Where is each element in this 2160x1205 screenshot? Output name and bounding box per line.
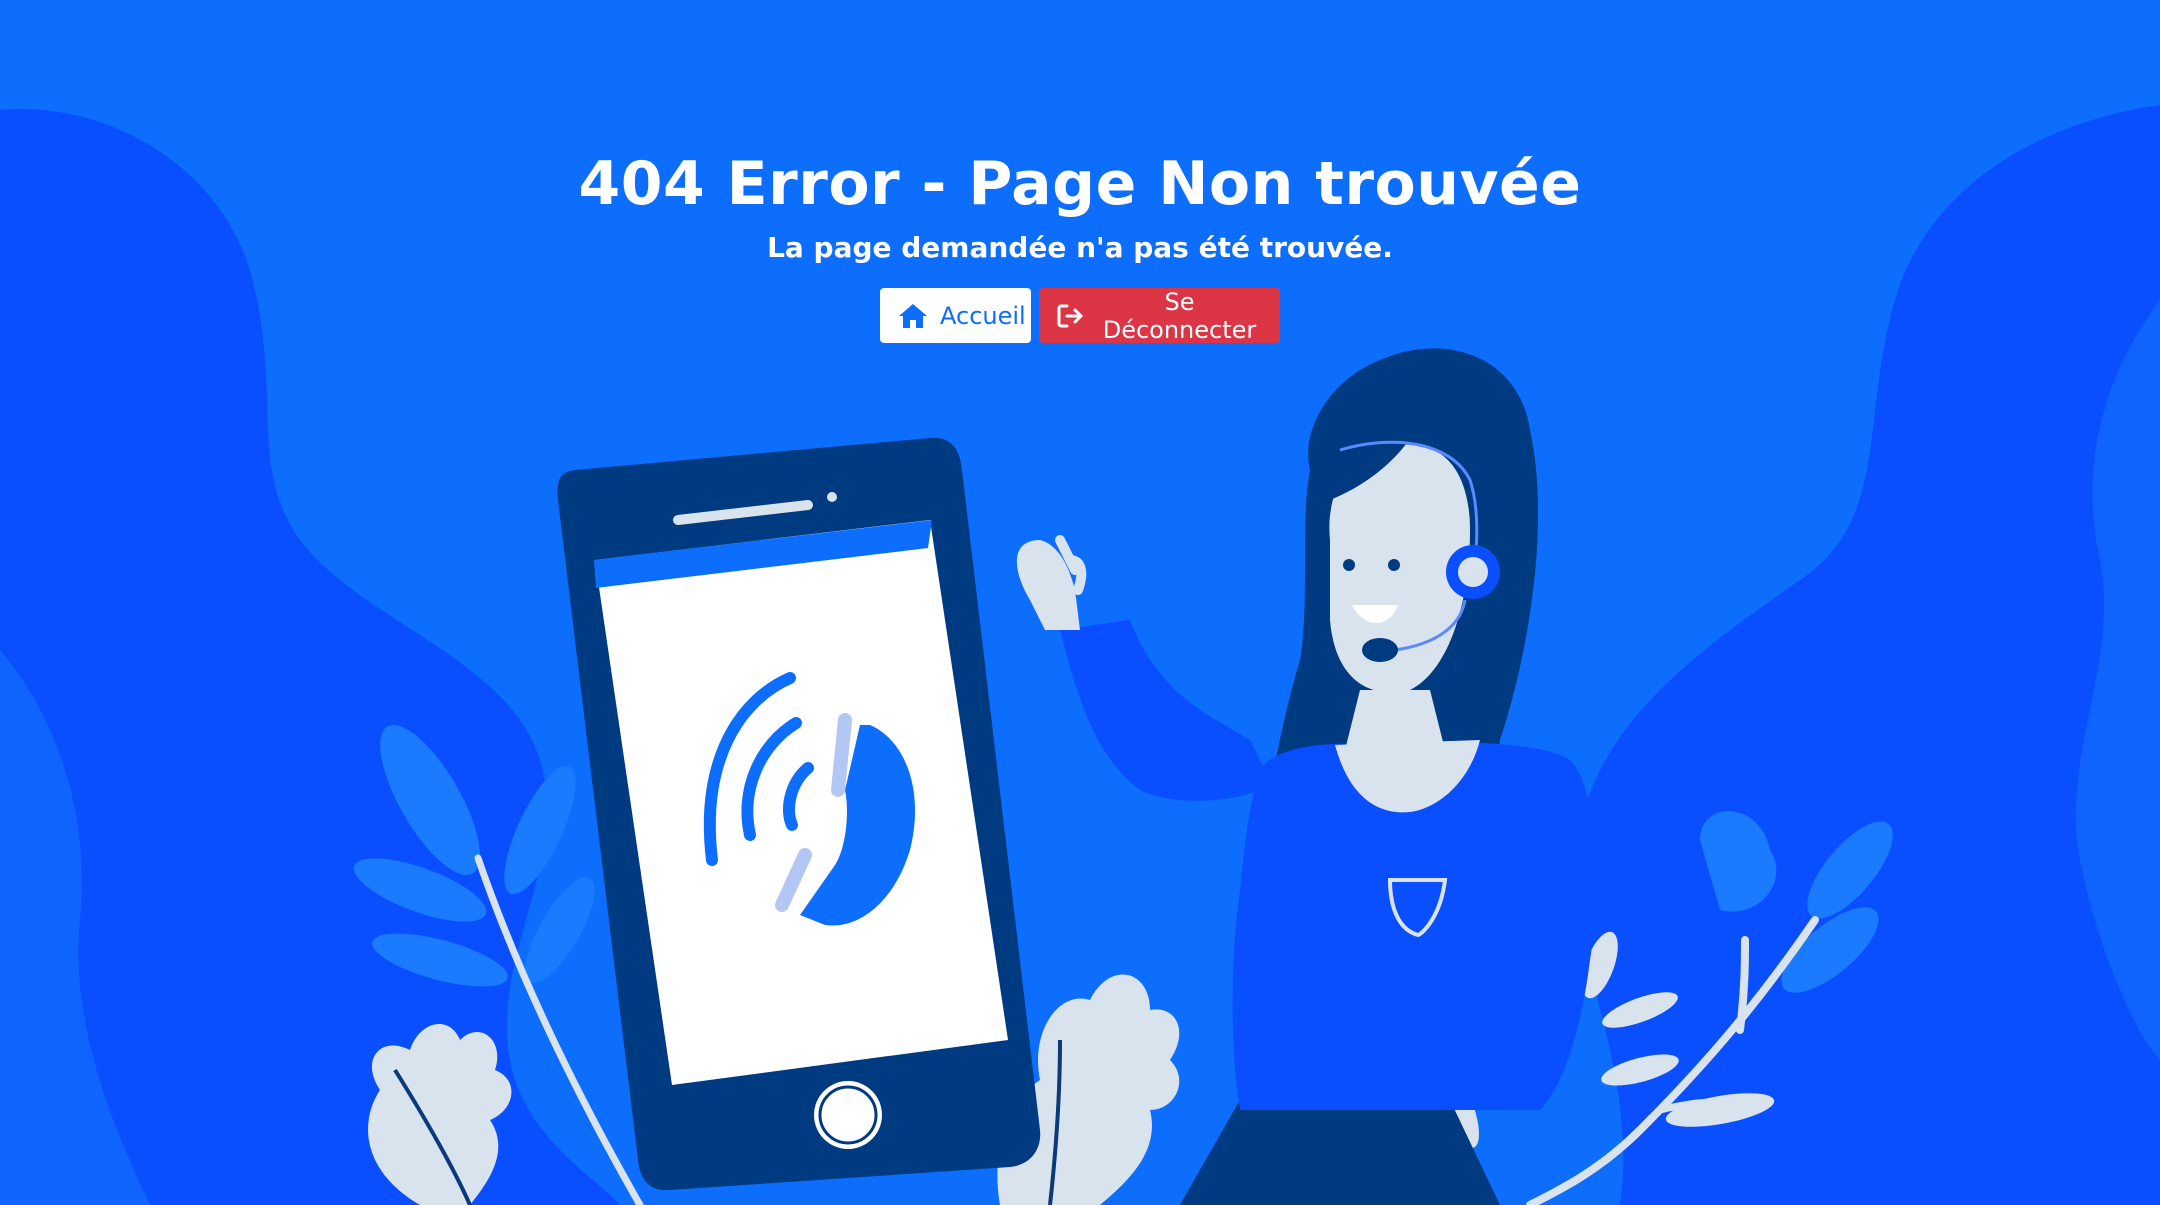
home-button[interactable]: Accueil bbox=[880, 288, 1031, 343]
action-buttons: Accueil Se Déconnecter bbox=[0, 287, 2160, 344]
page-subtitle: La page demandée n'a pas été trouvée. bbox=[767, 231, 1393, 264]
logout-button[interactable]: Se Déconnecter bbox=[1039, 287, 1280, 344]
phone-illustration bbox=[557, 437, 1041, 1191]
home-button-label: Accueil bbox=[940, 301, 1026, 330]
sign-out-icon bbox=[1057, 303, 1085, 329]
logout-button-label: Se Déconnecter bbox=[1102, 287, 1257, 344]
home-icon bbox=[898, 303, 928, 329]
page-title: 404 Error - Page Non trouvée bbox=[578, 149, 1582, 219]
